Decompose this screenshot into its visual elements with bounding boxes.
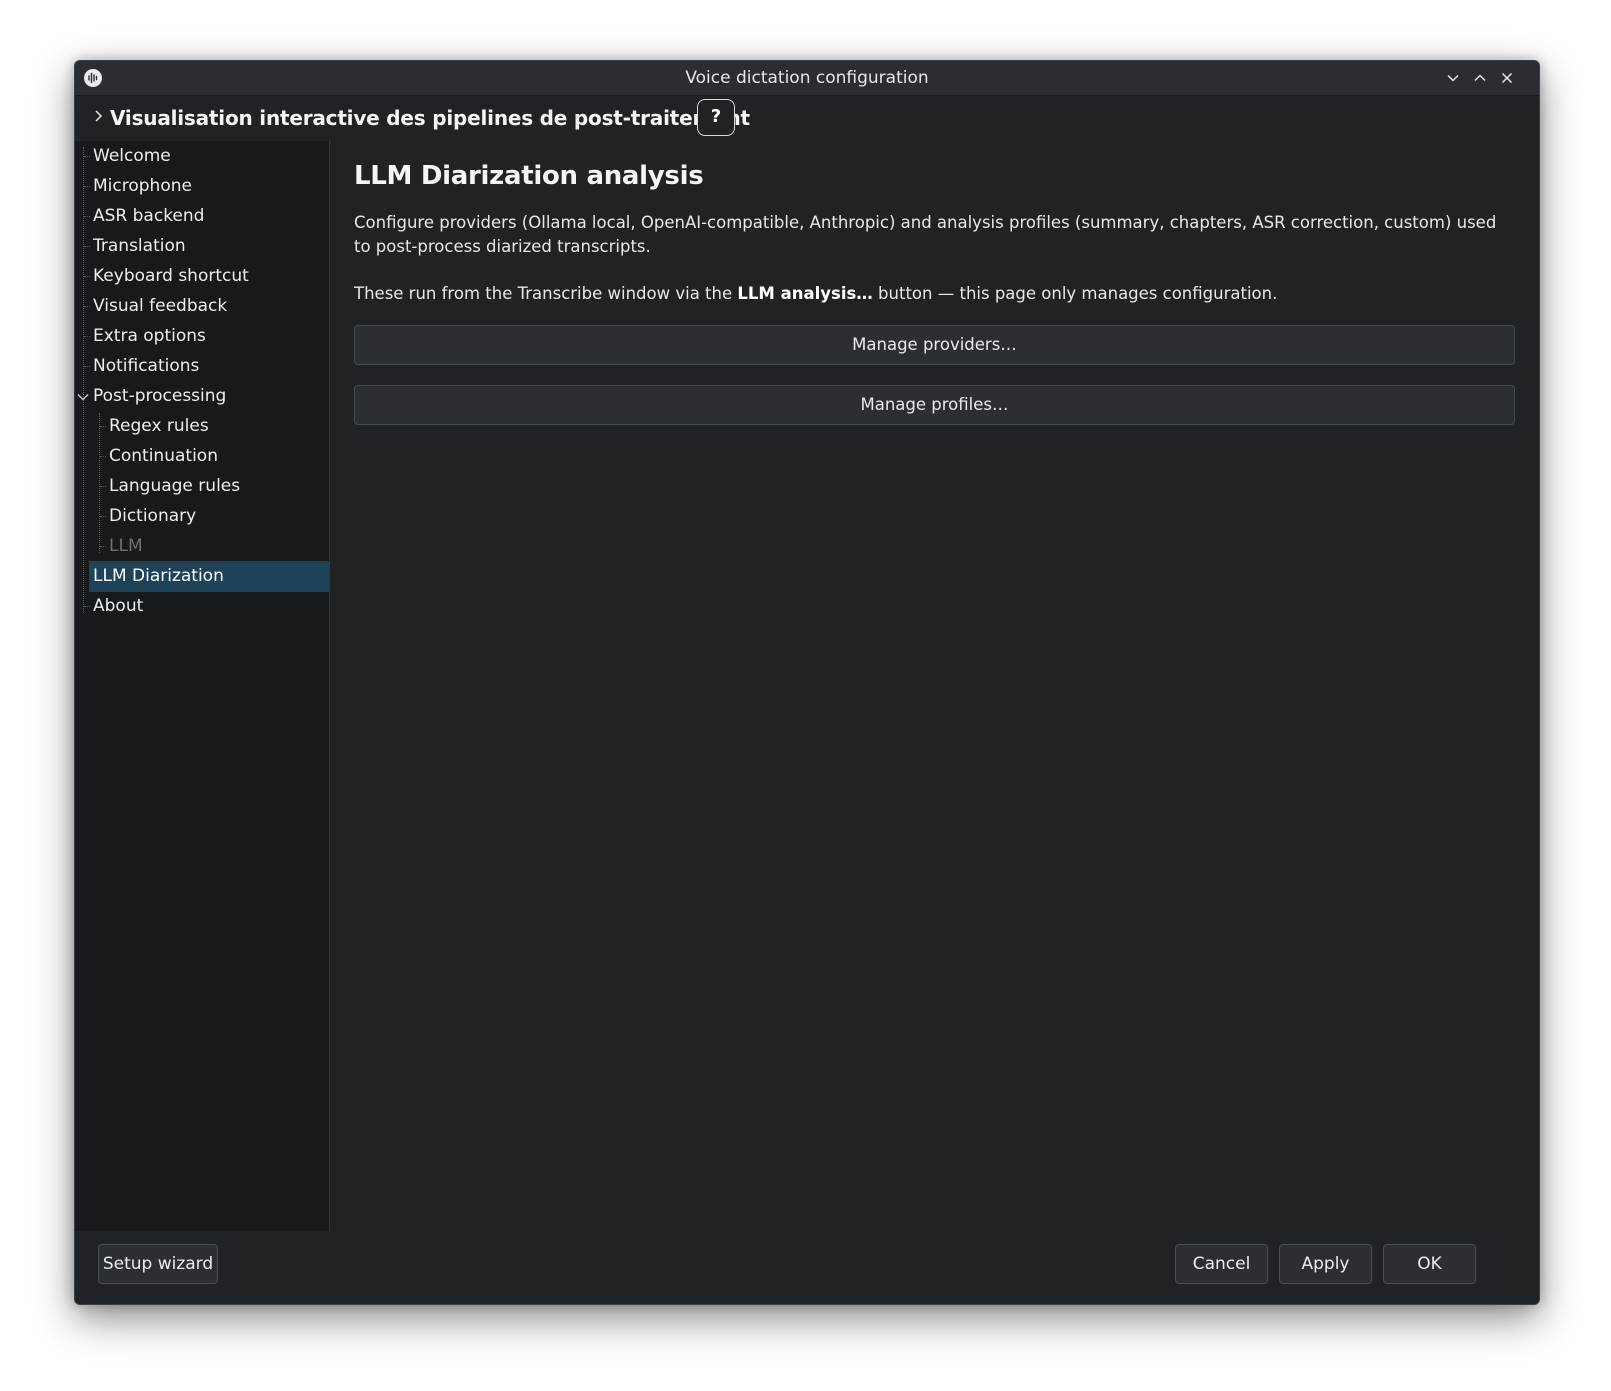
tree-connector [84, 306, 90, 307]
sidebar-item-dictionary[interactable]: Dictionary [109, 501, 329, 532]
chevron-right-icon[interactable] [91, 108, 107, 124]
close-icon[interactable] [1497, 68, 1517, 88]
tree-connector [84, 276, 90, 277]
tree-connector [100, 426, 106, 427]
sidebar-item-extra-options[interactable]: Extra options [93, 321, 329, 352]
sidebar-item-post-processing[interactable]: Post-processing [93, 381, 329, 412]
sidebar-item-notifications[interactable]: Notifications [93, 351, 329, 382]
manage-providers-button[interactable]: Manage providers… [354, 325, 1515, 365]
page-note: These run from the Transcribe window via… [354, 282, 1515, 306]
page-description: Configure providers (Ollama local, OpenA… [354, 213, 1497, 256]
apply-button[interactable]: Apply [1279, 1244, 1372, 1284]
tree-connector [84, 246, 90, 247]
tree-connector [100, 486, 106, 487]
sidebar-item-microphone[interactable]: Microphone [93, 171, 329, 202]
settings-page: LLM Diarization analysis Configure provi… [330, 141, 1539, 1231]
tree-connector [84, 156, 90, 157]
tree-guide-line [99, 413, 100, 553]
ok-button[interactable]: OK [1383, 1244, 1476, 1284]
sidebar-item-llm: LLM [109, 536, 143, 556]
manage-profiles-button[interactable]: Manage profiles… [354, 385, 1515, 425]
sidebar-item-language-rules[interactable]: Language rules [109, 471, 329, 502]
note-suffix: button — this page only manages configur… [872, 284, 1278, 303]
dialog-footer: Setup wizard Cancel Apply OK [75, 1232, 1539, 1304]
sidebar-item-continuation[interactable]: Continuation [109, 441, 329, 472]
tree-connector [84, 606, 90, 607]
minimize-icon[interactable] [1443, 68, 1463, 88]
pipeline-visualisation-title[interactable]: Visualisation interactive des pipelines … [110, 96, 750, 140]
window-title: Voice dictation configuration [685, 68, 929, 88]
sidebar-item-llm-diarization[interactable]: LLM Diarization [89, 561, 329, 592]
sidebar-item-visual-feedback[interactable]: Visual feedback [93, 291, 329, 322]
sidebar-item-keyboard-shortcut[interactable]: Keyboard shortcut [93, 261, 329, 292]
title-bar[interactable]: Voice dictation configuration [75, 61, 1539, 96]
maximize-icon[interactable] [1470, 68, 1490, 88]
tree-connector [84, 366, 90, 367]
tree-connector [84, 216, 90, 217]
cancel-button[interactable]: Cancel [1175, 1244, 1268, 1284]
sidebar-item-welcome[interactable]: Welcome [93, 141, 329, 172]
tree-connector [100, 516, 106, 517]
note-prefix: These run from the Transcribe window via… [354, 284, 738, 303]
sidebar-tree: Welcome Microphone ASR backend Translati… [75, 141, 330, 1231]
tree-connector [84, 186, 90, 187]
sidebar-item-asr-backend[interactable]: ASR backend [93, 201, 329, 232]
chevron-down-icon[interactable] [76, 389, 90, 403]
sidebar-item-translation[interactable]: Translation [93, 231, 329, 262]
help-button[interactable]: ? [697, 99, 735, 136]
config-window: Voice dictation configuration Visualisat… [74, 60, 1540, 1305]
setup-wizard-button[interactable]: Setup wizard [98, 1244, 218, 1284]
sidebar-item-about[interactable]: About [93, 591, 329, 622]
page-title: LLM Diarization analysis [354, 161, 704, 191]
tree-connector [100, 456, 106, 457]
tree-connector [100, 546, 106, 547]
tree-connector [84, 336, 90, 337]
pipeline-visualisation-header[interactable]: Visualisation interactive des pipelines … [75, 96, 1539, 140]
note-bold-button-name: LLM analysis… [737, 284, 873, 303]
sidebar-item-regex-rules[interactable]: Regex rules [109, 411, 329, 442]
